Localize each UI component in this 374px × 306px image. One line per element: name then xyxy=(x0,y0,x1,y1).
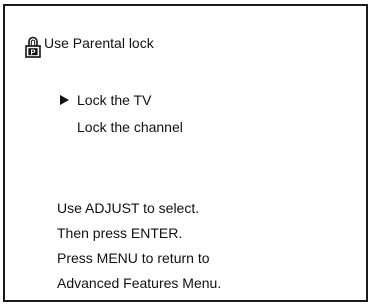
page-title: Use Parental lock xyxy=(44,35,154,51)
instructions: Use ADJUST to select. Then press ENTER. … xyxy=(57,200,221,300)
parental-lock-screen: P Use Parental lock Lock the TV Lock the… xyxy=(3,4,368,302)
instruction-line: Advanced Features Menu. xyxy=(57,275,222,291)
menu-item-label: Lock the channel xyxy=(77,119,183,135)
padlock-p-icon: P xyxy=(25,36,41,58)
instruction-line: Then press ENTER. xyxy=(57,225,183,241)
svg-text:P: P xyxy=(30,47,35,56)
parental-lock-menu: Lock the TV Lock the channel xyxy=(57,92,183,146)
screen-header: P Use Parental lock xyxy=(25,35,154,59)
menu-item-label: Lock the TV xyxy=(77,92,152,108)
instruction-line: Press MENU to return to xyxy=(57,250,210,266)
menu-item-lock-channel[interactable]: Lock the channel xyxy=(57,119,183,135)
menu-item-lock-tv[interactable]: Lock the TV xyxy=(57,92,183,108)
instruction-line: Use ADJUST to select. xyxy=(57,200,200,216)
selection-arrow-icon xyxy=(60,95,69,105)
